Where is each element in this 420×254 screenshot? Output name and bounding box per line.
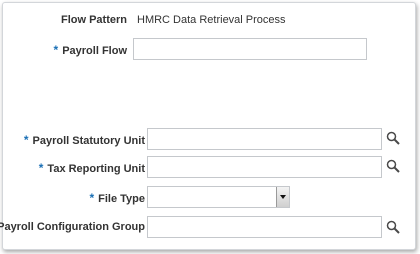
search-icon[interactable] xyxy=(386,159,400,173)
tax-reporting-unit-input[interactable] xyxy=(147,156,382,178)
file-type-label-text: File Type xyxy=(98,193,145,205)
tax-reporting-unit-label-text: Tax Reporting Unit xyxy=(47,163,145,175)
payroll-flow-input[interactable] xyxy=(133,38,367,60)
payroll-configuration-group-input[interactable] xyxy=(147,216,382,238)
tax-reporting-unit-label: * Tax Reporting Unit xyxy=(39,161,145,175)
payroll-configuration-group-label: Payroll Configuration Group xyxy=(0,221,145,233)
payroll-statutory-unit-label: * Payroll Statutory Unit xyxy=(24,133,145,147)
required-indicator: * xyxy=(38,161,44,175)
required-indicator: * xyxy=(23,133,29,147)
flow-pattern-value: HMRC Data Retrieval Process xyxy=(137,14,286,26)
chevron-down-icon[interactable] xyxy=(276,187,289,207)
required-indicator: * xyxy=(53,43,59,57)
payroll-flow-form: Flow Pattern HMRC Data Retrieval Process… xyxy=(0,2,416,250)
payroll-flow-label-text: Payroll Flow xyxy=(62,45,127,57)
search-icon[interactable] xyxy=(386,220,400,234)
payroll-flow-label: * Payroll Flow xyxy=(54,43,127,57)
required-indicator: * xyxy=(89,191,95,205)
payroll-statutory-unit-input[interactable] xyxy=(147,128,382,150)
flow-pattern-label: Flow Pattern xyxy=(60,14,127,26)
file-type-select[interactable] xyxy=(147,186,290,208)
payroll-statutory-unit-label-text: Payroll Statutory Unit xyxy=(32,135,145,147)
file-type-label: * File Type xyxy=(89,191,145,205)
search-icon[interactable] xyxy=(386,131,400,145)
